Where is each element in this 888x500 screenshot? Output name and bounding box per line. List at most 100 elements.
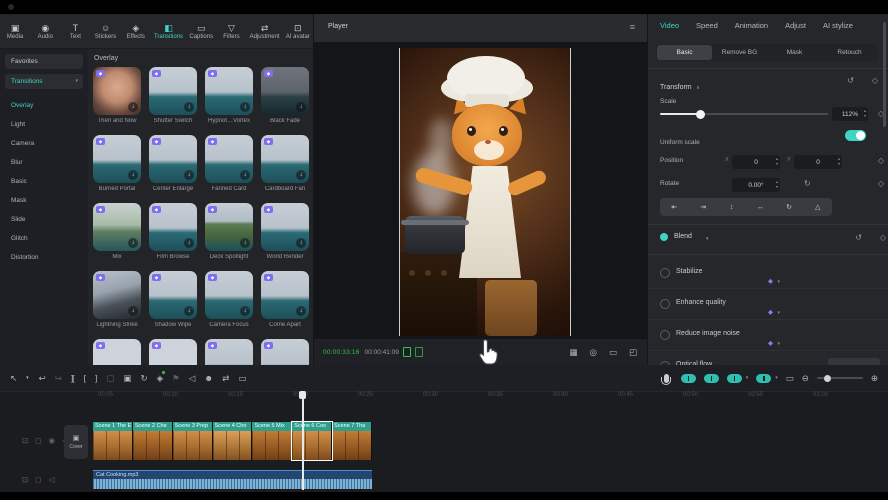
download-icon[interactable]: ↓ — [240, 170, 250, 180]
transition-thumbnail[interactable]: ◆ ↓ — [149, 203, 197, 251]
transition-thumbnail[interactable]: ◆ ↓ — [261, 339, 309, 365]
transition-tile[interactable]: ◆ ↓ Cardboard Fan — [261, 135, 309, 194]
download-icon[interactable]: ↓ — [184, 306, 194, 316]
transition-tile[interactable]: ◆ ↓ World Render — [261, 203, 309, 262]
transition-tile[interactable]: ◆ ↓ Mix — [93, 203, 141, 262]
adjust-button[interactable]: ⇄ — [222, 373, 228, 384]
transition-toggle-icon[interactable] — [681, 374, 696, 383]
track-lock-icon[interactable]: ◻ — [35, 475, 41, 484]
track-lock-icon[interactable]: ◻ — [35, 436, 41, 445]
category-item[interactable]: Slide — [0, 210, 88, 229]
chevron-down-icon[interactable]: ▾ — [777, 341, 780, 347]
transition-thumbnail[interactable]: ◆ ↓ — [93, 67, 141, 115]
blend-checkbox[interactable] — [660, 233, 668, 241]
stickers-tab[interactable]: ☺ Stickers — [94, 23, 118, 40]
download-icon[interactable]: ↓ — [296, 306, 306, 316]
transition-thumbnail[interactable]: ◆ ↓ — [149, 135, 197, 183]
magnet-toggle-icon[interactable] — [756, 374, 771, 383]
ratio-icon[interactable]: ▦ — [569, 347, 577, 358]
tab-adjust[interactable]: Adjust — [785, 21, 806, 30]
player-menu-icon[interactable]: ≡ — [630, 22, 635, 32]
track-main-icon[interactable]: ⊡ — [22, 475, 28, 484]
category-item[interactable]: Distortion — [0, 248, 88, 267]
enhance-quality-section[interactable]: Enhance quality ◆ ▾ — [648, 289, 888, 320]
chevron-down-icon[interactable]: ▾ — [746, 375, 749, 381]
optical-flow-extra-button[interactable] — [828, 358, 880, 365]
timeline-zoom-handle[interactable] — [824, 375, 831, 382]
category-item[interactable]: Glitch — [0, 229, 88, 248]
transition-thumbnail[interactable]: ◆ ↓ — [261, 67, 309, 115]
subtab-retouch[interactable]: Retouch — [822, 45, 877, 60]
transition-thumbnail[interactable]: ◆ ↓ — [149, 339, 197, 365]
audio-tab[interactable]: ◉ Audio — [33, 23, 57, 40]
mirror-horizontal-icon[interactable]: ⇤ — [660, 203, 689, 211]
clip-thumbnail-strip[interactable] — [173, 431, 212, 460]
fullscreen-icon[interactable]: ◰ — [629, 347, 637, 358]
rotate-value-box[interactable]: 0.00° ▴▾ — [732, 178, 780, 192]
transform-section-header[interactable]: Transform ∧ ↺ ◇ — [660, 76, 880, 88]
preview-axis-icon[interactable]: ▭ — [786, 373, 794, 384]
stepper-icon[interactable]: ▴▾ — [864, 108, 866, 118]
keyframe-icon[interactable]: ◇ — [878, 179, 884, 188]
blend-row[interactable]: Blend ▾ ↺ ◇ — [648, 232, 888, 246]
text-tab[interactable]: T Text — [63, 23, 87, 40]
video-clip[interactable]: Scene 2 Che — [133, 422, 173, 460]
marker-button[interactable]: ⚑ — [172, 373, 179, 384]
video-clip[interactable]: Scene 3 Prep — [173, 422, 213, 460]
record-screen-button[interactable]: ▭ — [238, 373, 245, 384]
transition-tile[interactable]: ◆ ↓ Center Enlarge — [149, 135, 197, 194]
select-tool-caret[interactable]: ▾ — [26, 375, 29, 381]
reduce-noise-section[interactable]: Reduce image noise ◆ ▾ — [648, 320, 888, 351]
zoom-out-icon[interactable]: ⊖ — [802, 373, 809, 384]
microphone-icon[interactable] — [664, 374, 669, 383]
safe-area-icon[interactable] — [403, 347, 411, 357]
category-item[interactable]: Camera — [0, 134, 88, 153]
chevron-down-icon[interactable]: ▾ — [706, 236, 709, 242]
transition-tile[interactable]: ◆ ↓ Shadow Wipe — [149, 271, 197, 330]
video-clip[interactable]: Scene 1 The E — [93, 422, 133, 460]
crop-button[interactable]: ▣ — [123, 373, 130, 384]
download-icon[interactable]: ↓ — [184, 102, 194, 112]
captions-tab[interactable]: ▭ Captions — [189, 23, 213, 40]
scale-value-box[interactable]: 112% ▴▾ — [832, 107, 868, 121]
section-checkbox[interactable] — [660, 268, 670, 278]
chevron-down-icon[interactable]: ▾ — [777, 310, 780, 316]
transition-tile[interactable]: ◆ ↓ Deck Spotlight — [205, 203, 253, 262]
category-item[interactable]: Mask — [0, 191, 88, 210]
clip-thumbnail-strip[interactable] — [292, 431, 331, 460]
transition-thumbnail[interactable]: ◆ ↓ — [205, 203, 253, 251]
trim-left-button[interactable]: [ — [84, 373, 85, 383]
playhead-line[interactable] — [302, 395, 304, 490]
download-icon[interactable]: ↓ — [296, 102, 306, 112]
download-icon[interactable]: ↓ — [184, 238, 194, 248]
transition-tile[interactable]: ◆ ↓ Then and Now — [93, 67, 141, 126]
transition-tile[interactable]: ◆ ↓ Lightning Strike — [93, 271, 141, 330]
media-tab[interactable]: ▣ Media — [3, 23, 27, 40]
transition-tile[interactable]: ◆ ↓ Film Browse — [149, 203, 197, 262]
download-icon[interactable]: ↓ — [128, 306, 138, 316]
timeline-ruler[interactable]: 00:0500:1000:1500:2000:2500:3000:3500:40… — [73, 392, 853, 403]
transition-thumbnail[interactable]: ◆ ↓ — [205, 339, 253, 365]
transition-thumbnail[interactable]: ◆ ↓ — [261, 271, 309, 319]
uniform-scale-toggle[interactable] — [845, 130, 866, 141]
effects-tab[interactable]: ◈ Effects — [124, 23, 148, 40]
trim-right-button[interactable]: ] — [95, 373, 96, 383]
track-hide-icon[interactable]: ◉ — [49, 436, 56, 445]
category-item[interactable]: Overlay — [0, 96, 88, 115]
audio-clip[interactable]: Cat Cooking.mp3 — [93, 470, 372, 489]
redo-button[interactable]: ↪ — [55, 373, 61, 384]
keyframe-icon[interactable]: ◇ — [872, 76, 878, 85]
tab-animation[interactable]: Animation — [735, 21, 768, 30]
transition-thumbnail[interactable]: ◆ ↓ — [261, 135, 309, 183]
adjustment-tab[interactable]: ⇄ Adjustment — [250, 23, 280, 40]
download-icon[interactable]: ↓ — [240, 306, 250, 316]
transitions-tab[interactable]: ◧ Transitions — [154, 23, 183, 40]
download-icon[interactable]: ↓ — [240, 102, 250, 112]
transition-tile[interactable]: ◆ ↓ Come Apart — [261, 271, 309, 330]
transition-thumbnail[interactable]: ◆ ↓ — [205, 135, 253, 183]
transitions-group-button[interactable]: Transitions ▾ — [5, 74, 83, 89]
video-clip[interactable]: Scene 4 Cho — [213, 422, 253, 460]
grid-overlay-icon[interactable] — [415, 347, 423, 357]
transition-tile[interactable]: ◆ ↓ — [93, 339, 141, 365]
avatar-button[interactable]: ☻ — [204, 373, 212, 383]
